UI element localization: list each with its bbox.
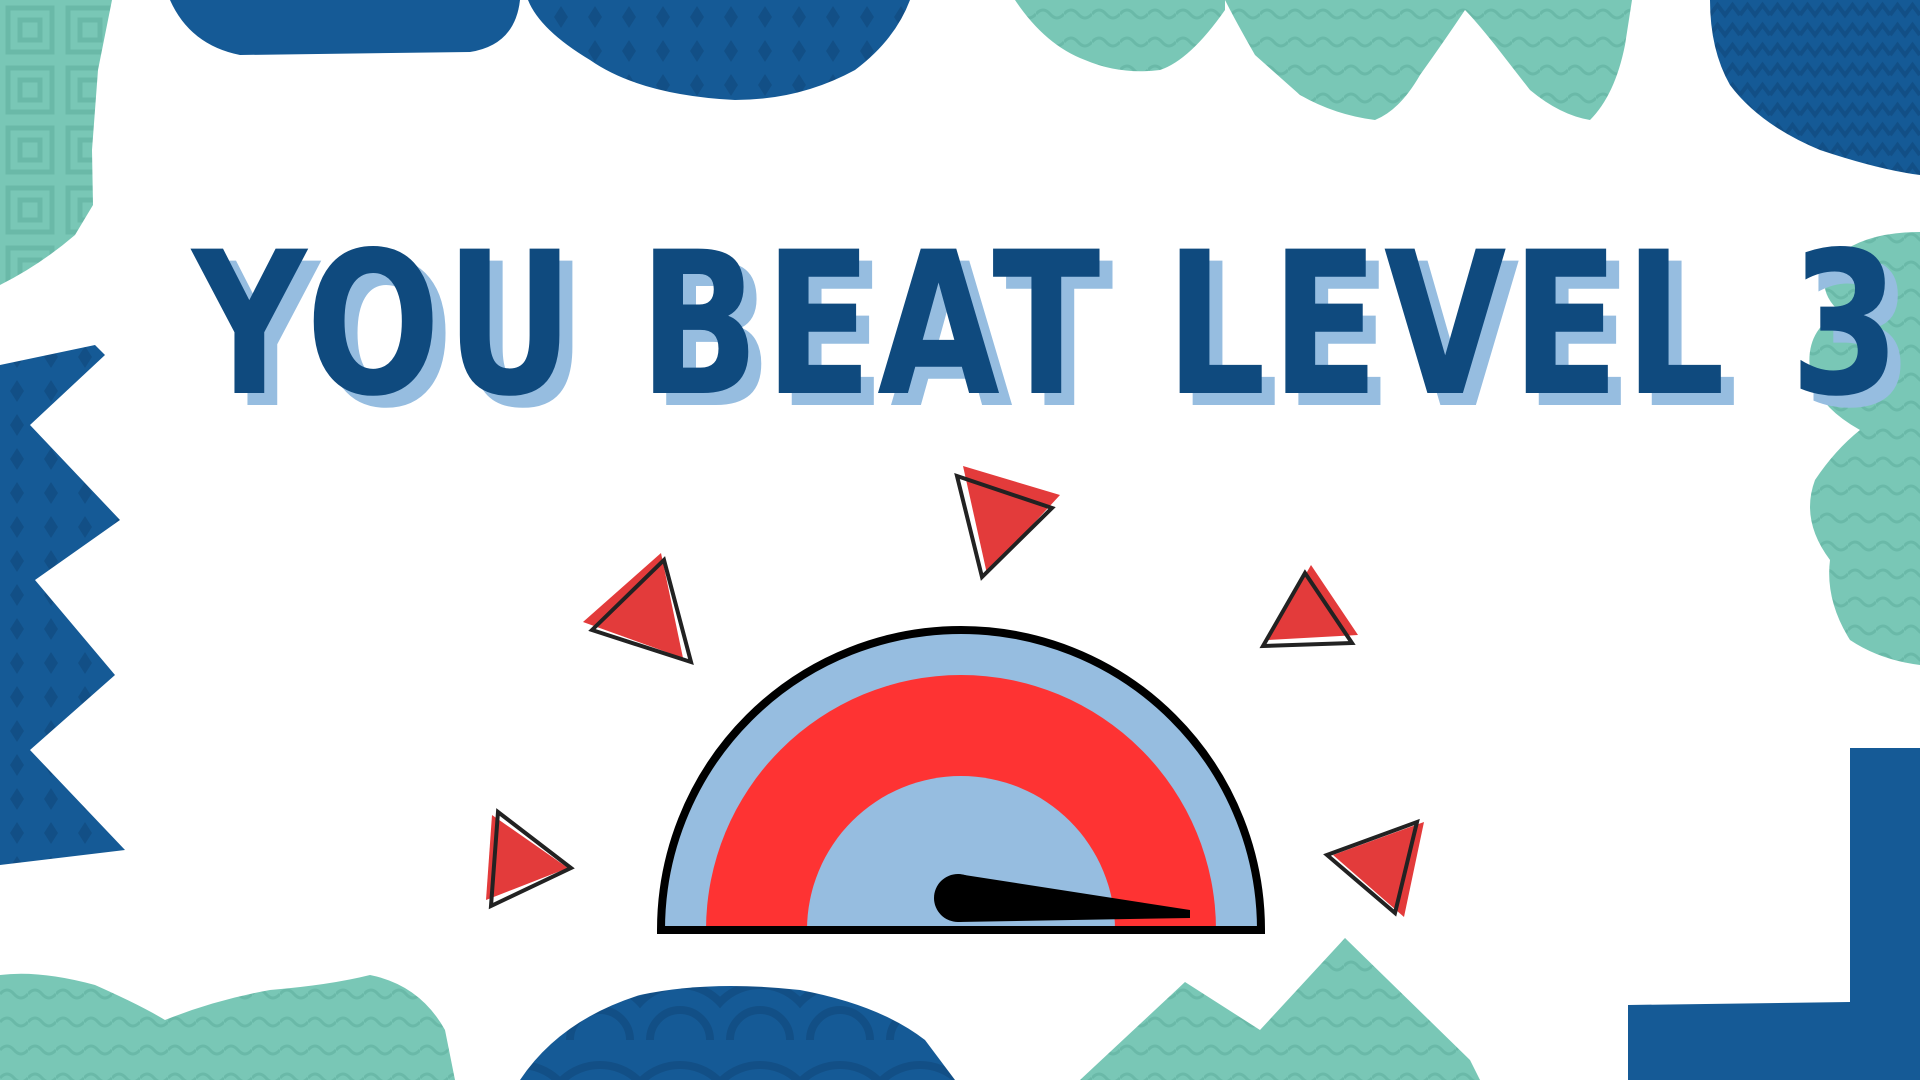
- arrow-icon: [954, 466, 1060, 581]
- speedometer-icon: [486, 466, 1424, 934]
- arrow-icon: [1323, 818, 1424, 917]
- gauge: [656, 626, 1266, 934]
- arrow-icon: [1259, 565, 1358, 649]
- arrow-icon: [486, 808, 575, 910]
- arrow-icon: [583, 553, 694, 666]
- level-complete-screen: YOU BEAT LEVEL 3! YOU BEAT LEVEL 3!: [0, 0, 1920, 1080]
